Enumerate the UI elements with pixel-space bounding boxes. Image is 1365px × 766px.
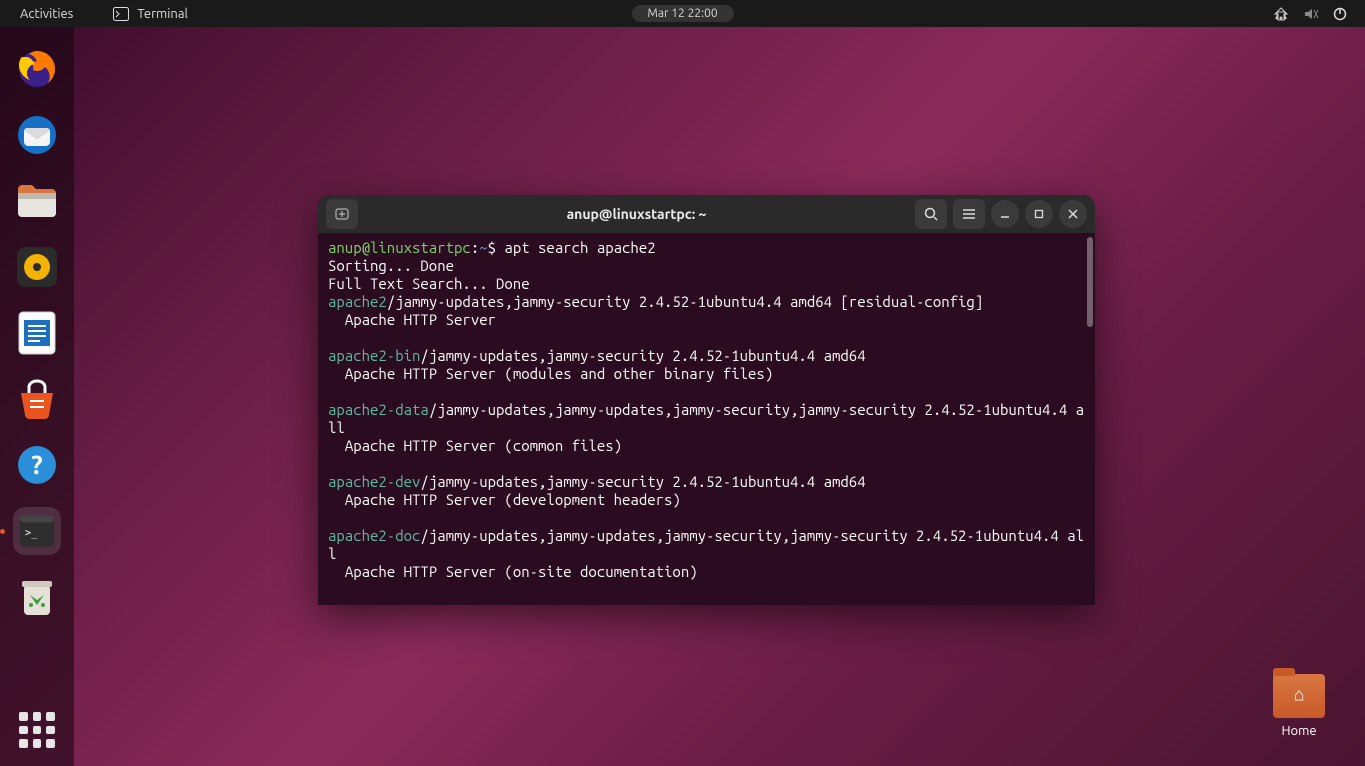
network-icon[interactable] bbox=[1273, 7, 1289, 21]
home-icon: ⌂ bbox=[1294, 684, 1305, 705]
top-bar: Activities Terminal Mar 12 22:00 bbox=[0, 0, 1365, 27]
volume-icon[interactable] bbox=[1303, 7, 1319, 21]
terminal-output[interactable]: anup@linuxstartpc:~$ apt search apache2 … bbox=[318, 233, 1095, 605]
search-button[interactable] bbox=[915, 199, 947, 229]
maximize-icon bbox=[1033, 208, 1045, 220]
terminal-title: anup@linuxstartpc: ~ bbox=[364, 206, 909, 222]
svg-text:>_: >_ bbox=[25, 527, 38, 539]
dock-files[interactable] bbox=[13, 177, 61, 225]
new-tab-button[interactable] bbox=[326, 199, 358, 229]
dock-ubuntu-software[interactable] bbox=[13, 375, 61, 423]
new-tab-icon bbox=[334, 206, 350, 222]
dock-help[interactable]: ? bbox=[13, 441, 61, 489]
hamburger-icon bbox=[962, 208, 976, 220]
dock-libreoffice-writer[interactable] bbox=[13, 309, 61, 357]
dock: ? >_ bbox=[0, 27, 74, 766]
active-app-label: Terminal bbox=[137, 7, 188, 21]
minimize-button[interactable] bbox=[991, 200, 1019, 228]
desktop-home-label: Home bbox=[1273, 724, 1325, 738]
dock-terminal[interactable]: >_ bbox=[13, 507, 61, 555]
maximize-button[interactable] bbox=[1025, 200, 1053, 228]
show-applications-button[interactable] bbox=[19, 712, 55, 748]
search-icon bbox=[924, 207, 939, 222]
menu-button[interactable] bbox=[953, 199, 985, 229]
terminal-icon bbox=[113, 7, 129, 21]
desktop-home-folder[interactable]: ⌂ Home bbox=[1273, 674, 1325, 738]
dock-firefox[interactable] bbox=[13, 45, 61, 93]
minimize-icon bbox=[999, 208, 1011, 220]
svg-text:?: ? bbox=[31, 450, 42, 479]
power-icon[interactable] bbox=[1333, 7, 1347, 21]
dock-rhythmbox[interactable] bbox=[13, 243, 61, 291]
close-button[interactable] bbox=[1059, 200, 1087, 228]
activities-button[interactable]: Activities bbox=[20, 7, 73, 21]
scrollbar-thumb[interactable] bbox=[1087, 237, 1093, 327]
terminal-titlebar[interactable]: anup@linuxstartpc: ~ bbox=[318, 195, 1095, 233]
terminal-window: anup@linuxstartpc: ~ anup@linuxstartpc:~… bbox=[318, 195, 1095, 605]
dock-trash[interactable] bbox=[13, 573, 61, 621]
close-icon bbox=[1067, 208, 1079, 220]
clock[interactable]: Mar 12 22:00 bbox=[631, 5, 733, 22]
dock-thunderbird[interactable] bbox=[13, 111, 61, 159]
active-app-menu[interactable]: Terminal bbox=[113, 7, 188, 21]
